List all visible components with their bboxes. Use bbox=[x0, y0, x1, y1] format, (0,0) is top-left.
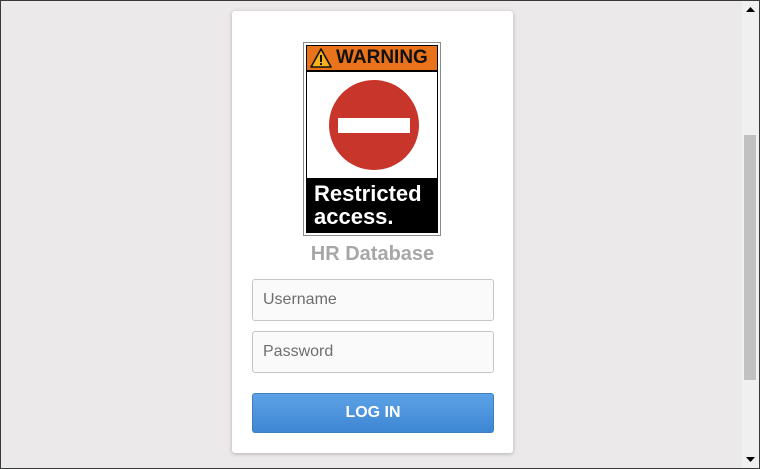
sign-warning-text: WARNING bbox=[336, 47, 428, 68]
sign-inner: WARNING Restricted access. bbox=[306, 45, 438, 233]
password-input[interactable] bbox=[252, 331, 494, 373]
restricted-access-sign: WARNING Restricted access. bbox=[303, 42, 441, 236]
browser-viewport: WARNING Restricted access. HR Database L… bbox=[0, 0, 760, 469]
sign-restricted-message: Restricted access. bbox=[307, 178, 437, 232]
no-entry-icon bbox=[329, 80, 419, 170]
username-input[interactable] bbox=[252, 279, 494, 321]
scroll-up-arrow-icon[interactable] bbox=[742, 1, 759, 18]
login-card: WARNING Restricted access. HR Database L… bbox=[232, 11, 513, 453]
sign-warning-header: WARNING bbox=[307, 46, 437, 72]
scrollbar-thumb[interactable] bbox=[744, 135, 756, 380]
scroll-down-arrow-icon[interactable] bbox=[742, 451, 759, 468]
vertical-scrollbar[interactable] bbox=[742, 1, 759, 468]
login-button[interactable]: LOG IN bbox=[252, 393, 494, 433]
warning-triangle-icon bbox=[310, 48, 332, 68]
app-title: HR Database bbox=[310, 243, 435, 265]
